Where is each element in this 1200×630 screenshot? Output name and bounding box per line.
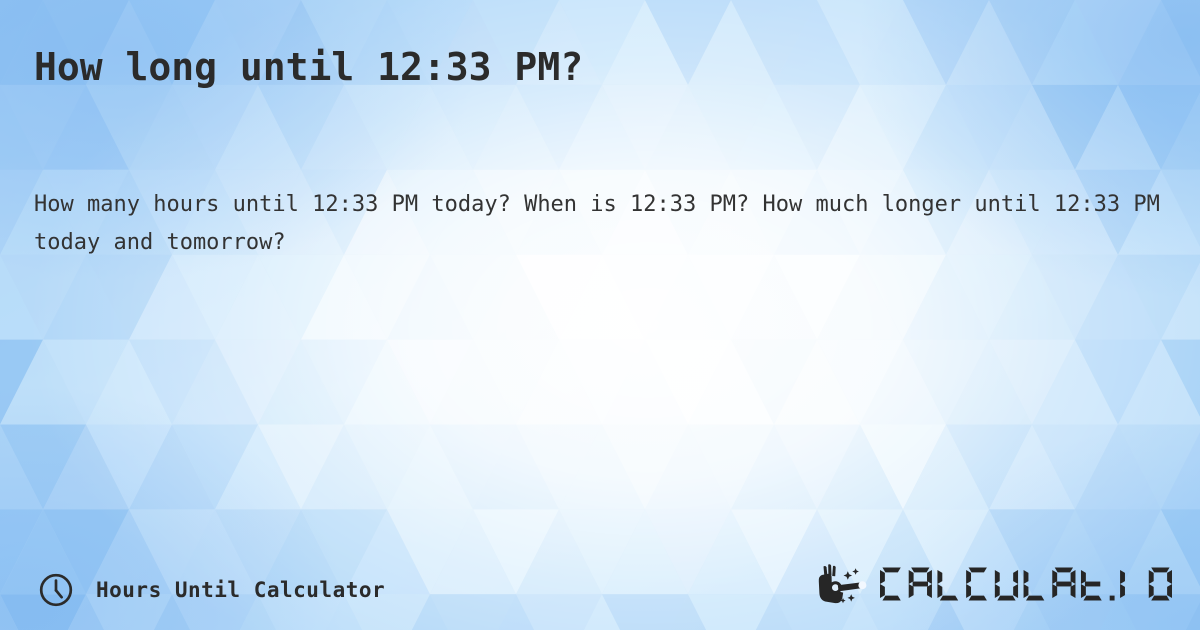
brand-wordmark-seven-segment (880, 567, 1172, 601)
footer-brand-logo[interactable] (814, 562, 1172, 606)
hand-wand-icon (818, 564, 867, 604)
page-subtitle: How many hours until 12:33 PM today? Whe… (34, 192, 1160, 255)
footer-calculator-label: Hours Until Calculator (96, 578, 386, 602)
page-content: How long until 12:33 PM? How many hours … (0, 0, 1200, 630)
page-title: How long until 12:33 PM? (34, 45, 584, 89)
footer-branding-left[interactable]: Hours Until Calculator (38, 572, 385, 608)
clock-icon (39, 573, 73, 607)
brand-wordmark (880, 567, 1172, 601)
